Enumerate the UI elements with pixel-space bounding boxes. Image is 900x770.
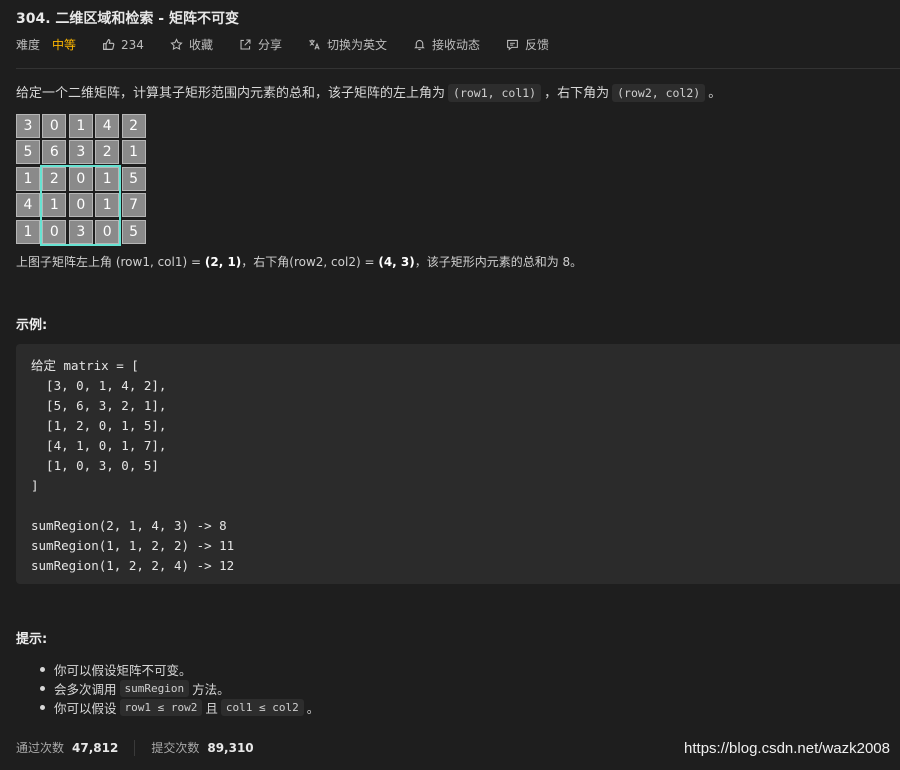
submission-stats: 通过次数 47,812 提交次数 89,310 <box>16 739 254 756</box>
hint-3-post: 。 <box>306 701 320 716</box>
share-label: 分享 <box>257 38 282 52</box>
hint-2-code: sumRegion <box>119 680 190 697</box>
feedback-icon <box>507 39 518 51</box>
matrix-cell: 0 <box>42 219 67 244</box>
problem-description: 给定一个二维矩阵，计算其子矩形范围内元素的总和，该子矩阵的左上角为 (row1, … <box>16 82 722 102</box>
example-code-block: 给定 matrix = [ [3, 0, 1, 4, 2], [5, 6, 3,… <box>16 344 900 584</box>
hint-3-code-2: col1 ≤ col2 <box>220 699 304 716</box>
matrix-cell: 1 <box>95 193 120 218</box>
matrix-cell: 7 <box>121 193 146 218</box>
feedback-button[interactable]: 反馈 <box>506 36 549 53</box>
notify-button[interactable]: 接收动态 <box>413 36 480 53</box>
code-line: [4, 1, 0, 1, 7], <box>31 438 167 453</box>
description-text-1: 给定一个二维矩阵，计算其子矩形范围内元素的总和，该子矩阵的左上角为 <box>16 86 446 101</box>
share-icon <box>240 39 251 50</box>
thumbs-up-icon <box>103 39 115 50</box>
caption-part-1: 上图子矩阵左上角 (row1, col1) = <box>16 255 205 269</box>
favorite-button[interactable]: 收藏 <box>170 36 213 53</box>
description-text-3: 。 <box>708 86 722 101</box>
translate-icon <box>309 39 320 50</box>
accepted-count: 47,812 <box>72 740 119 755</box>
matrix-cell: 0 <box>68 166 93 191</box>
hint-3-code-1: row1 ≤ row2 <box>119 699 203 716</box>
submissions-label: 提交次数 <box>151 741 200 755</box>
hint-1-text: 你可以假设矩阵不可变。 <box>54 663 192 678</box>
bullet <box>40 667 45 672</box>
matrix-cell: 5 <box>121 166 146 191</box>
description-code-2: (row2, col2) <box>612 84 706 102</box>
matrix-cell: 4 <box>16 193 40 218</box>
matrix-cell: 1 <box>16 219 40 244</box>
hints-list: 你可以假设矩阵不可变。 会多次调用 sumRegion 方法。 你可以假设 row1 … <box>16 660 319 717</box>
notify-label: 接收动态 <box>431 38 480 52</box>
share-button[interactable]: 分享 <box>239 36 282 53</box>
like-count: 234 <box>121 37 144 52</box>
matrix-cell: 6 <box>42 140 67 165</box>
code-line: sumRegion(2, 1, 4, 3) -> 8 <box>31 518 227 533</box>
difficulty-label: 难度 <box>16 38 41 52</box>
difficulty-value: 中等 <box>52 38 77 52</box>
matrix-cell: 2 <box>95 140 120 165</box>
star-icon <box>170 38 183 51</box>
matrix-cell: 3 <box>16 114 40 138</box>
matrix-cell: 4 <box>95 114 120 138</box>
matrix-cell: 1 <box>121 140 146 165</box>
caption-part-2: ，右下角(row2, col2) = <box>241 255 379 269</box>
caption-top-left: (2, 1) <box>204 255 242 269</box>
hint-item: 你可以假设 row1 ≤ row2 且 col1 ≤ col2。 <box>16 698 319 717</box>
matrix-cell: 3 <box>68 219 93 244</box>
matrix-cell: 1 <box>42 193 67 218</box>
submissions-count: 89,310 <box>207 740 254 755</box>
hint-3-pre: 你可以假设 <box>54 701 117 716</box>
matrix-illustration: 3014256321120154101710305 <box>16 114 148 246</box>
code-line: sumRegion(1, 1, 2, 2) -> 11 <box>31 538 235 553</box>
like-button[interactable]: 234 <box>102 38 144 52</box>
caption-part-3: ，该子矩形内元素的总和为 8。 <box>414 255 583 269</box>
matrix-cell: 0 <box>68 193 93 218</box>
matrix-cell: 1 <box>68 114 93 138</box>
header-divider <box>16 68 900 69</box>
hint-item: 你可以假设矩阵不可变。 <box>16 660 319 679</box>
matrix-cell: 5 <box>121 219 146 244</box>
accepted-label: 通过次数 <box>16 741 65 755</box>
matrix-cell: 2 <box>42 166 67 191</box>
stats-divider <box>134 739 136 756</box>
translate-label: 切换为英文 <box>326 38 387 52</box>
problem-meta-bar: 难度 中等 234 收藏 分享 切换为英文 接收动态 反馈 <box>16 36 575 53</box>
hint-2-pre: 会多次调用 <box>54 682 117 697</box>
translate-button[interactable]: 切换为英文 <box>308 36 387 53</box>
figure-caption: 上图子矩阵左上角 (row1, col1) = (2, 1)，右下角(row2,… <box>16 253 582 270</box>
matrix-cell: 3 <box>68 140 93 165</box>
example-heading: 示例: <box>16 318 48 333</box>
matrix-cell: 2 <box>121 114 146 138</box>
code-line: [5, 6, 3, 2, 1], <box>31 398 167 413</box>
matrix-cell: 1 <box>16 166 40 191</box>
hint-3-mid: 且 <box>205 701 218 716</box>
hint-2-post: 方法。 <box>192 682 230 697</box>
code-line: 给定 matrix = [ <box>31 358 139 373</box>
matrix-cell: 0 <box>42 114 67 138</box>
hint-item: 会多次调用 sumRegion 方法。 <box>16 679 319 698</box>
bullet <box>40 686 45 691</box>
code-line: [1, 0, 3, 0, 5] <box>31 458 159 473</box>
description-code-1: (row1, col1) <box>448 84 542 102</box>
code-line: [1, 2, 0, 1, 5], <box>31 418 167 433</box>
difficulty: 难度 中等 <box>16 36 76 53</box>
feedback-label: 反馈 <box>525 38 550 52</box>
problem-title: 304. 二维区域和检索 - 矩阵不可变 <box>16 11 239 27</box>
caption-bottom-right: (4, 3) <box>378 255 415 269</box>
bell-icon <box>414 39 425 51</box>
code-line: [3, 0, 1, 4, 2], <box>31 378 167 393</box>
watermark: https://blog.csdn.net/wazk2008 <box>684 740 890 757</box>
favorite-label: 收藏 <box>188 38 213 52</box>
matrix-cell: 1 <box>95 166 120 191</box>
bullet <box>40 705 45 710</box>
code-line: sumRegion(1, 2, 2, 4) -> 12 <box>31 558 235 573</box>
description-text-2: ，右下角为 <box>544 86 610 101</box>
matrix-cell: 5 <box>16 140 40 165</box>
matrix-cell: 0 <box>95 219 120 244</box>
hints-heading: 提示: <box>16 632 48 647</box>
code-line: ] <box>31 478 39 493</box>
